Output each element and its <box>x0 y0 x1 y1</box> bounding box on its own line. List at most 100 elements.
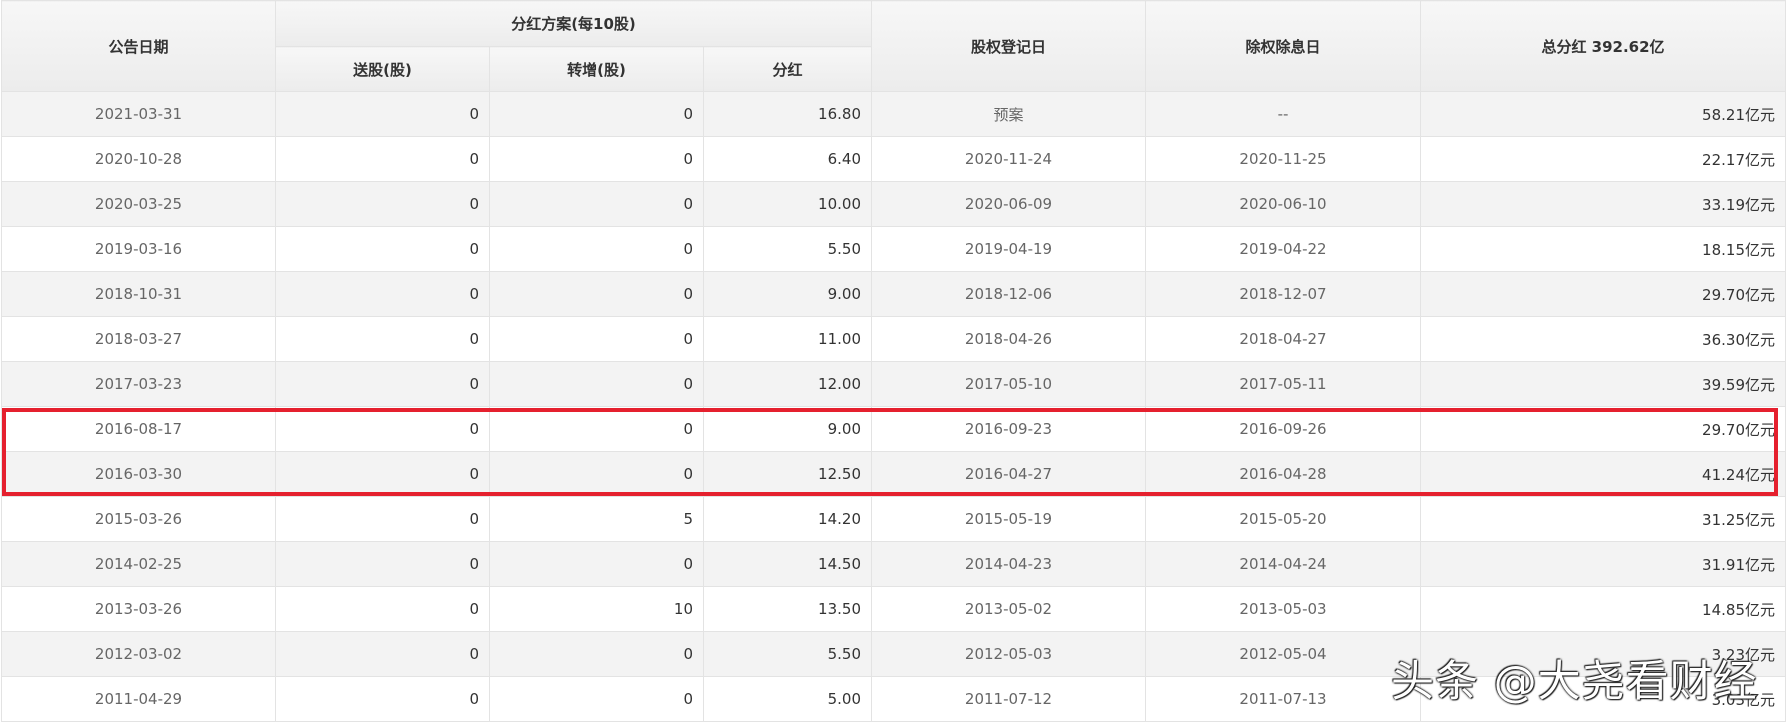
table-row[interactable]: 2014-02-25 0 0 14.50 2014-04-23 2014-04-24 31.… <box>1 541 1786 587</box>
cell-transfer-shares: 0 <box>489 676 704 722</box>
cell-bonus-shares: 0 <box>275 406 490 452</box>
cell-ex-date: 2017-05-11 <box>1145 361 1421 407</box>
cell-record-date: 2017-05-10 <box>871 361 1146 407</box>
cell-ex-date: 2018-12-07 <box>1145 271 1421 317</box>
cell-dividend: 16.80 <box>703 91 872 137</box>
table-row[interactable]: 2016-03-30 0 0 12.50 2016-04-27 2016-04-28 41.… <box>1 451 1786 497</box>
cell-announce-date: 2013-03-26 <box>1 586 276 632</box>
cell-total: 31.91亿元 <box>1420 541 1786 587</box>
cell-bonus-shares: 0 <box>275 316 490 362</box>
cell-ex-date: 2014-04-24 <box>1145 541 1421 587</box>
cell-record-date: 2015-05-19 <box>871 496 1146 542</box>
cell-record-date: 2020-11-24 <box>871 136 1146 182</box>
cell-bonus-shares: 0 <box>275 271 490 317</box>
cell-announce-date: 2011-04-29 <box>1 676 276 722</box>
table-row[interactable]: 2021-03-31 0 0 16.80 预案 -- 58.21亿元 <box>1 91 1786 137</box>
cell-dividend: 5.50 <box>703 226 872 272</box>
cell-transfer-shares: 5 <box>489 496 704 542</box>
cell-record-date: 2018-04-26 <box>871 316 1146 362</box>
cell-dividend: 12.00 <box>703 361 872 407</box>
cell-dividend: 9.00 <box>703 406 872 452</box>
cell-transfer-shares: 0 <box>489 271 704 317</box>
cell-record-date: 2016-04-27 <box>871 451 1146 497</box>
cell-total: 41.24亿元 <box>1420 451 1786 497</box>
cell-ex-date: 2018-04-27 <box>1145 316 1421 362</box>
cell-transfer-shares: 0 <box>489 541 704 587</box>
cell-dividend: 11.00 <box>703 316 872 362</box>
cell-total: 36.30亿元 <box>1420 316 1786 362</box>
cell-record-date: 2016-09-23 <box>871 406 1146 452</box>
col-header-plan-group: 分红方案(每10股) <box>275 0 872 47</box>
table-row[interactable]: 2019-03-16 0 0 5.50 2019-04-19 2019-04-22 18.1… <box>1 226 1786 272</box>
cell-transfer-shares: 0 <box>489 91 704 137</box>
col-header-dividend[interactable]: 分红 <box>703 46 872 92</box>
table-row[interactable]: 2013-03-26 0 10 13.50 2013-05-02 2013-05-03 14… <box>1 586 1786 632</box>
cell-dividend: 12.50 <box>703 451 872 497</box>
col-header-transfer-shares[interactable]: 转增(股) <box>489 46 704 92</box>
table-row[interactable]: 2020-03-25 0 0 10.00 2020-06-09 2020-06-10 33.… <box>1 181 1786 227</box>
cell-dividend: 6.40 <box>703 136 872 182</box>
cell-transfer-shares: 0 <box>489 181 704 227</box>
cell-transfer-shares: 0 <box>489 451 704 497</box>
cell-transfer-shares: 0 <box>489 406 704 452</box>
cell-ex-date: 2012-05-04 <box>1145 631 1421 677</box>
cell-total: 58.21亿元 <box>1420 91 1786 137</box>
cell-ex-date: 2020-11-25 <box>1145 136 1421 182</box>
cell-total: 33.19亿元 <box>1420 181 1786 227</box>
cell-record-date: 预案 <box>871 91 1146 137</box>
cell-announce-date: 2020-03-25 <box>1 181 276 227</box>
cell-announce-date: 2012-03-02 <box>1 631 276 677</box>
cell-ex-date: 2016-04-28 <box>1145 451 1421 497</box>
cell-ex-date: 2019-04-22 <box>1145 226 1421 272</box>
cell-record-date: 2011-07-12 <box>871 676 1146 722</box>
col-header-ex-date[interactable]: 除权除息日 <box>1145 0 1421 92</box>
col-header-announce-date[interactable]: 公告日期 <box>1 0 276 92</box>
cell-announce-date: 2015-03-26 <box>1 496 276 542</box>
cell-total: 29.70亿元 <box>1420 406 1786 452</box>
cell-bonus-shares: 0 <box>275 181 490 227</box>
table-row[interactable]: 2016-08-17 0 0 9.00 2016-09-23 2016-09-26 29.7… <box>1 406 1786 452</box>
cell-record-date: 2013-05-02 <box>871 586 1146 632</box>
cell-bonus-shares: 0 <box>275 136 490 182</box>
cell-dividend: 13.50 <box>703 586 872 632</box>
cell-record-date: 2020-06-09 <box>871 181 1146 227</box>
cell-record-date: 2014-04-23 <box>871 541 1146 587</box>
cell-ex-date: 2020-06-10 <box>1145 181 1421 227</box>
table-row[interactable]: 2017-03-23 0 0 12.00 2017-05-10 2017-05-11 39.… <box>1 361 1786 407</box>
cell-bonus-shares: 0 <box>275 91 490 137</box>
cell-announce-date: 2019-03-16 <box>1 226 276 272</box>
cell-announce-date: 2018-10-31 <box>1 271 276 317</box>
cell-dividend: 5.00 <box>703 676 872 722</box>
table-row[interactable]: 2015-03-26 0 5 14.20 2015-05-19 2015-05-20 31.… <box>1 496 1786 542</box>
cell-announce-date: 2016-03-30 <box>1 451 276 497</box>
cell-total: 29.70亿元 <box>1420 271 1786 317</box>
col-header-bonus-shares[interactable]: 送股(股) <box>275 46 490 92</box>
cell-total: 18.15亿元 <box>1420 226 1786 272</box>
cell-ex-date: 2011-07-13 <box>1145 676 1421 722</box>
table-body: 2021-03-31 0 0 16.80 预案 -- 58.21亿元 2020-10-28 0 0… <box>1 91 1786 722</box>
table-row[interactable]: 2018-03-27 0 0 11.00 2018-04-26 2018-04-27 36.… <box>1 316 1786 362</box>
watermark: 头条 @大尧看财经 <box>1391 657 1758 707</box>
dividend-table: 公告日期 分红方案(每10股) 股权登记日 除权除息日 总分红 392.62亿 … <box>1 0 1786 722</box>
cell-announce-date: 2017-03-23 <box>1 361 276 407</box>
cell-record-date: 2019-04-19 <box>871 226 1146 272</box>
cell-bonus-shares: 0 <box>275 631 490 677</box>
cell-announce-date: 2018-03-27 <box>1 316 276 362</box>
cell-total: 22.17亿元 <box>1420 136 1786 182</box>
table-row[interactable]: 2018-10-31 0 0 9.00 2018-12-06 2018-12-07 29.7… <box>1 271 1786 317</box>
col-header-total[interactable]: 总分红 392.62亿 <box>1420 0 1786 92</box>
col-header-record-date[interactable]: 股权登记日 <box>871 0 1146 92</box>
cell-record-date: 2018-12-06 <box>871 271 1146 317</box>
table-row[interactable]: 2020-10-28 0 0 6.40 2020-11-24 2020-11-25 22.1… <box>1 136 1786 182</box>
cell-bonus-shares: 0 <box>275 451 490 497</box>
cell-record-date: 2012-05-03 <box>871 631 1146 677</box>
cell-announce-date: 2021-03-31 <box>1 91 276 137</box>
cell-bonus-shares: 0 <box>275 541 490 587</box>
cell-transfer-shares: 10 <box>489 586 704 632</box>
cell-ex-date: -- <box>1145 91 1421 137</box>
cell-bonus-shares: 0 <box>275 496 490 542</box>
cell-bonus-shares: 0 <box>275 361 490 407</box>
cell-transfer-shares: 0 <box>489 226 704 272</box>
cell-ex-date: 2016-09-26 <box>1145 406 1421 452</box>
cell-total: 39.59亿元 <box>1420 361 1786 407</box>
